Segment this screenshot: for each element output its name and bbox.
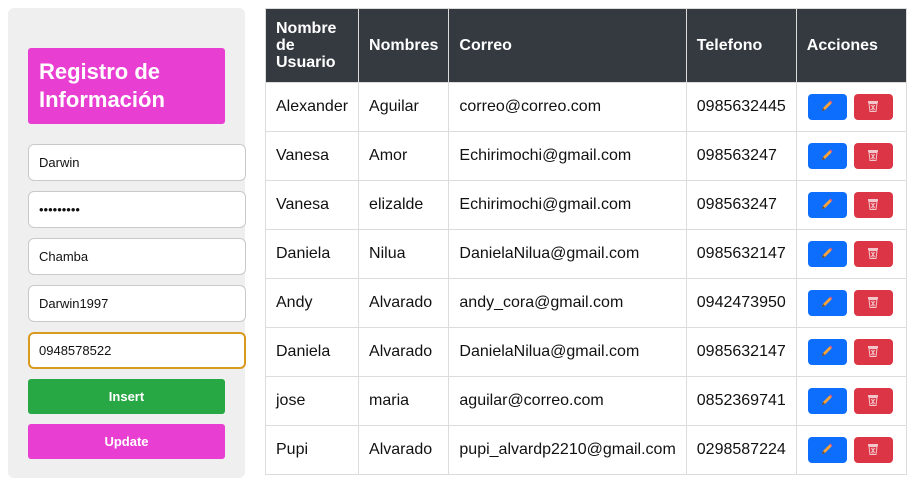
cell-phone: 0942473950 xyxy=(685,278,797,328)
cell-actions xyxy=(795,327,907,377)
users-table: Nombre de Usuario Nombres Correo Telefon… xyxy=(264,8,907,475)
cell-phone: 098563247 xyxy=(685,131,797,181)
delete-button[interactable] xyxy=(853,94,893,120)
delete-button[interactable] xyxy=(853,241,893,267)
cell-email: correo@correo.com xyxy=(448,82,687,132)
trash-icon xyxy=(866,393,880,410)
edit-button[interactable] xyxy=(807,437,847,463)
cell-email: Echirimochi@gmail.com xyxy=(448,131,687,181)
table-row: Alexander Aguilar correo@correo.com 0985632… xyxy=(264,82,907,132)
cell-phone: 0852369741 xyxy=(685,376,797,426)
cell-username: Alexander xyxy=(264,82,360,132)
cell-actions xyxy=(795,82,907,132)
delete-button[interactable] xyxy=(853,388,893,414)
delete-button[interactable] xyxy=(853,192,893,218)
cell-names: Nilua xyxy=(358,229,450,279)
trash-icon xyxy=(866,295,880,312)
cell-email: aguilar@correo.com xyxy=(448,376,687,426)
insert-button[interactable]: Insert xyxy=(28,379,225,414)
table-body: Alexander Aguilar correo@correo.com 0985632… xyxy=(264,82,907,475)
trash-icon xyxy=(866,442,880,459)
cell-names: Amor xyxy=(358,131,450,181)
edit-button[interactable] xyxy=(807,94,847,120)
cell-names: Aguilar xyxy=(358,82,450,132)
table-row: Pupi Alvarado pupi_alvardp2210@gmail.com 02… xyxy=(264,425,907,475)
cell-username: Daniela xyxy=(264,327,360,377)
pencil-icon xyxy=(820,246,834,263)
pencil-icon xyxy=(820,295,834,312)
cell-names: elizalde xyxy=(358,180,450,230)
edit-button[interactable] xyxy=(807,241,847,267)
surname-input[interactable] xyxy=(28,285,246,322)
username-input[interactable] xyxy=(28,144,246,181)
edit-button[interactable] xyxy=(807,339,847,365)
cell-names: Alvarado xyxy=(358,278,450,328)
cell-username: Andy xyxy=(264,278,360,328)
pencil-icon xyxy=(820,442,834,459)
cell-username: Daniela xyxy=(264,229,360,279)
update-button[interactable]: Update xyxy=(28,424,225,459)
trash-icon xyxy=(866,197,880,214)
phone-input[interactable] xyxy=(28,332,246,369)
cell-phone: 098563247 xyxy=(685,180,797,230)
cell-phone: 0985632445 xyxy=(685,82,797,132)
pencil-icon xyxy=(820,393,834,410)
name-input[interactable] xyxy=(28,238,246,275)
table-row: Vanesa Amor Echirimochi@gmail.com 098563247 xyxy=(264,131,907,181)
cell-email: DanielaNilua@gmail.com xyxy=(448,327,687,377)
cell-username: Vanesa xyxy=(264,131,360,181)
cell-actions xyxy=(795,425,907,475)
cell-names: Alvarado xyxy=(358,327,450,377)
edit-button[interactable] xyxy=(807,290,847,316)
delete-button[interactable] xyxy=(853,437,893,463)
trash-icon xyxy=(866,246,880,263)
table-row: jose maria aguilar@correo.com 0852369741 xyxy=(264,376,907,426)
edit-button[interactable] xyxy=(807,192,847,218)
table-row: Vanesa elizalde Echirimochi@gmail.com 09856… xyxy=(264,180,907,230)
pencil-icon xyxy=(820,344,834,361)
delete-button[interactable] xyxy=(853,339,893,365)
header-actions: Acciones xyxy=(795,8,907,83)
cell-actions xyxy=(795,376,907,426)
header-row: Nombre de Usuario Nombres Correo Telefon… xyxy=(264,8,907,83)
cell-actions xyxy=(795,229,907,279)
header-username: Nombre de Usuario xyxy=(264,8,360,83)
pencil-icon xyxy=(820,197,834,214)
delete-button[interactable] xyxy=(853,290,893,316)
trash-icon xyxy=(866,344,880,361)
edit-button[interactable] xyxy=(807,388,847,414)
cell-email: DanielaNilua@gmail.com xyxy=(448,229,687,279)
cell-phone: 0298587224 xyxy=(685,425,797,475)
table-row: Daniela Alvarado DanielaNilua@gmail.com 098… xyxy=(264,327,907,377)
cell-email: Echirimochi@gmail.com xyxy=(448,180,687,230)
cell-actions xyxy=(795,131,907,181)
cell-username: Pupi xyxy=(264,425,360,475)
form-panel: Registro de Información Insert Update xyxy=(8,8,246,478)
cell-phone: 0985632147 xyxy=(685,229,797,279)
cell-actions xyxy=(795,278,907,328)
cell-username: jose xyxy=(264,376,360,426)
cell-username: Vanesa xyxy=(264,180,360,230)
cell-email: andy_cora@gmail.com xyxy=(448,278,687,328)
trash-icon xyxy=(866,99,880,116)
header-phone: Telefono xyxy=(685,8,797,83)
header-email: Correo xyxy=(448,8,687,83)
cell-names: Alvarado xyxy=(358,425,450,475)
header-names: Nombres xyxy=(358,8,450,83)
table-row: Daniela Nilua DanielaNilua@gmail.com 098563… xyxy=(264,229,907,279)
cell-email: pupi_alvardp2210@gmail.com xyxy=(448,425,687,475)
pencil-icon xyxy=(820,148,834,165)
form-title: Registro de Información xyxy=(28,48,225,124)
table-row: Andy Alvarado andy_cora@gmail.com 094247395… xyxy=(264,278,907,328)
password-input[interactable] xyxy=(28,191,246,228)
trash-icon xyxy=(866,148,880,165)
cell-names: maria xyxy=(358,376,450,426)
cell-actions xyxy=(795,180,907,230)
edit-button[interactable] xyxy=(807,143,847,169)
table-header: Nombre de Usuario Nombres Correo Telefon… xyxy=(264,8,907,83)
delete-button[interactable] xyxy=(853,143,893,169)
cell-phone: 0985632147 xyxy=(685,327,797,377)
pencil-icon xyxy=(820,99,834,116)
